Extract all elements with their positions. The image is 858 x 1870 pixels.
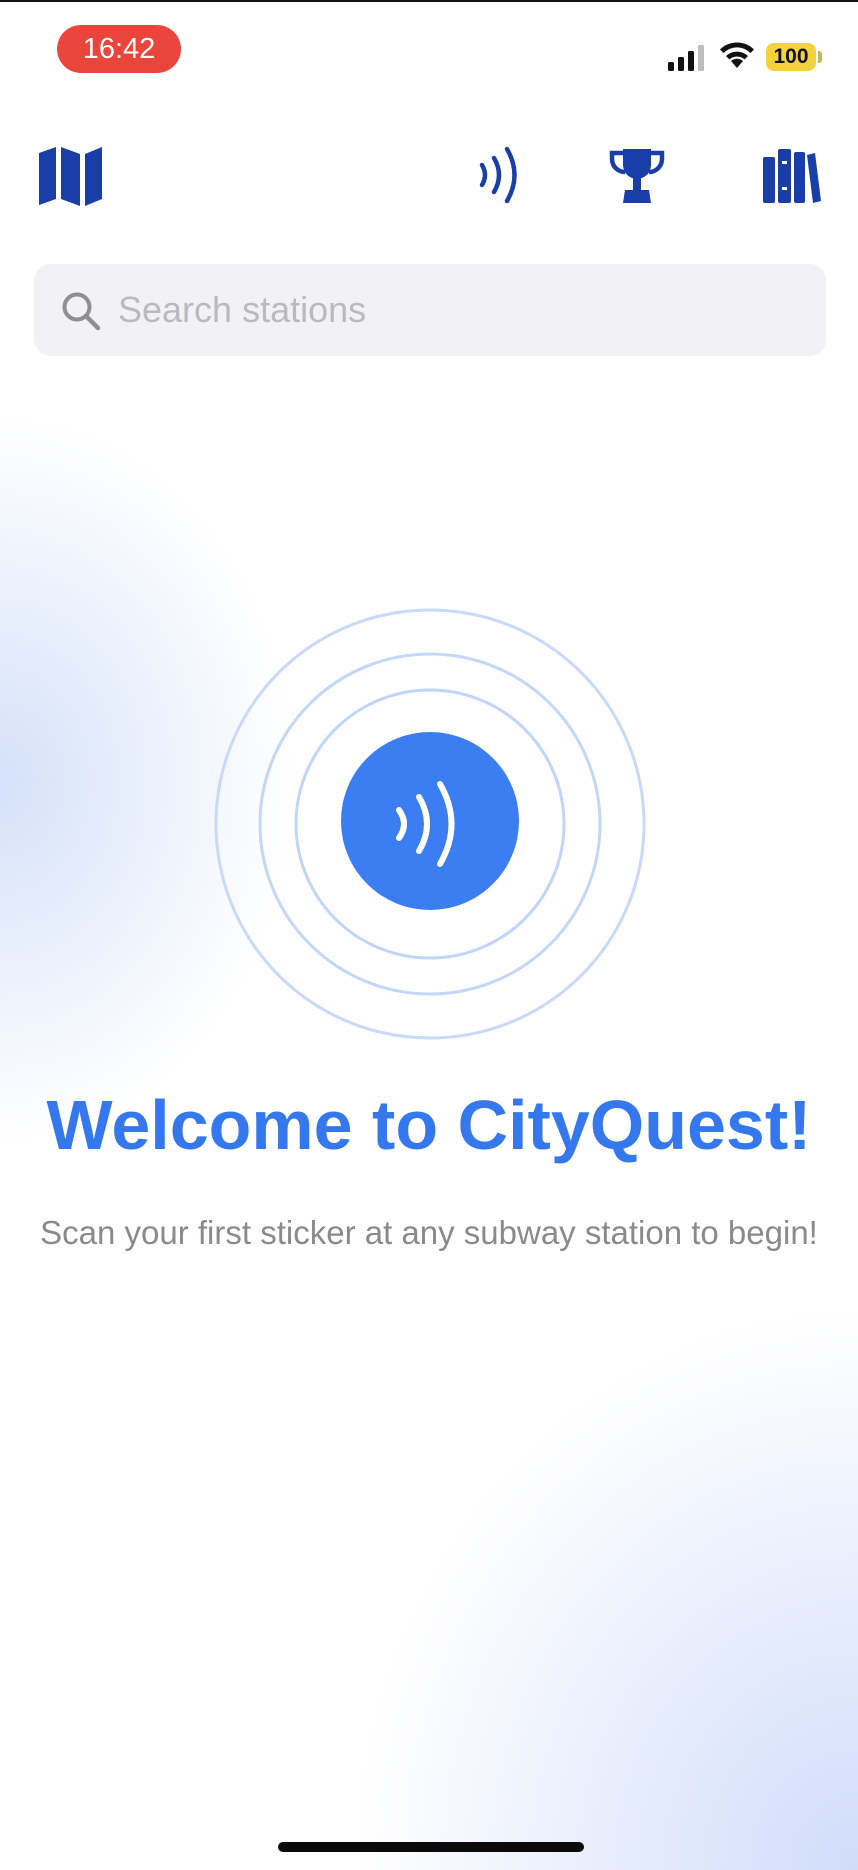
map-icon	[39, 147, 102, 206]
nfc-wave-icon	[396, 781, 455, 867]
welcome-subtitle: Scan your first sticker at any subway st…	[40, 1214, 818, 1251]
status-time: 16:42	[57, 25, 181, 73]
search-bar[interactable]	[34, 264, 826, 356]
welcome-title: Welcome to CityQuest!	[46, 1086, 812, 1164]
trophy-button[interactable]	[609, 147, 665, 205]
battery-level: 100	[766, 43, 816, 71]
battery-cap	[818, 51, 822, 63]
library-icon	[763, 149, 821, 203]
map-button[interactable]	[36, 145, 106, 207]
wifi-icon	[717, 38, 757, 72]
search-icon	[60, 290, 102, 332]
search-input[interactable]	[118, 264, 808, 356]
library-button[interactable]	[760, 147, 822, 205]
scan-button[interactable]	[476, 144, 524, 206]
scan-sticker-button[interactable]	[341, 732, 519, 910]
app-screen: 16:42 100 Search stations Welcome to Cit…	[0, 0, 858, 1870]
trophy-icon	[609, 149, 665, 203]
cellular-signal-icon	[667, 42, 707, 72]
nfc-scan-icon	[479, 146, 517, 204]
home-indicator[interactable]	[278, 1842, 584, 1852]
top-edge	[0, 0, 858, 2]
